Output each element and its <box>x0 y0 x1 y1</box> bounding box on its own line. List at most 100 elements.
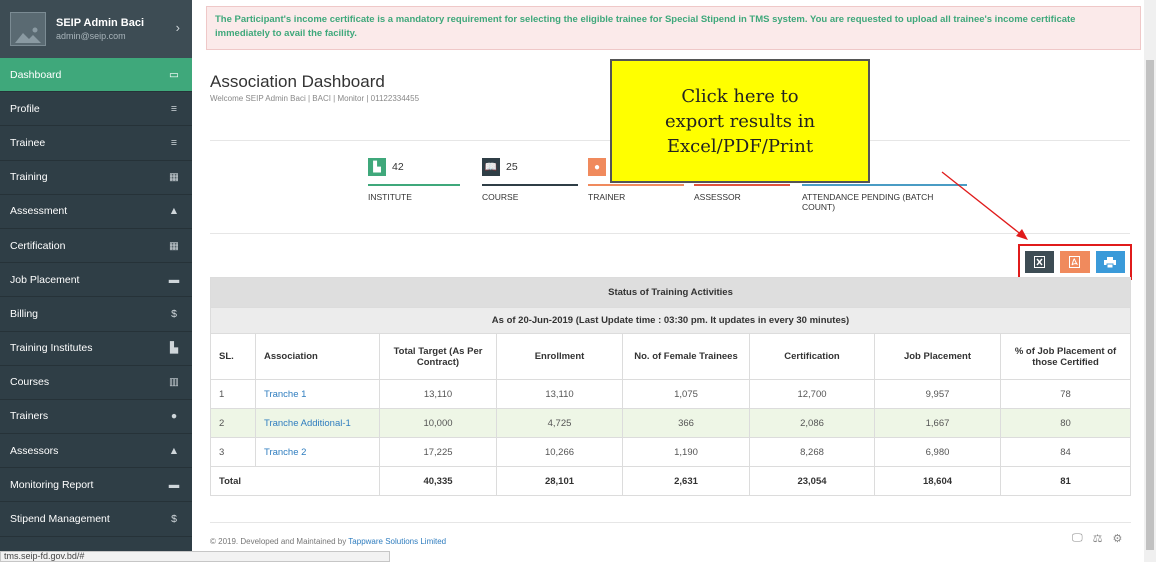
sidebar-item-trainers[interactable]: Trainers ● <box>0 400 192 435</box>
sidebar-item-label: Training <box>10 171 48 184</box>
balance-icon[interactable]: ⚖ <box>1093 532 1103 545</box>
footer: © 2019. Developed and Maintained by Tapp… <box>210 537 447 546</box>
sidebar-item-assessment[interactable]: Assessment ▲ <box>0 195 192 229</box>
monitor-icon[interactable]: 🖵 <box>1072 532 1083 545</box>
table-cell: 13,110 <box>496 379 623 409</box>
table-cell: 23,054 <box>749 466 875 496</box>
books-icon: ▥ <box>169 376 179 389</box>
sidebar-nav: Dashboard ▭ Profile ≡ Trainee ≡ Training ▦ Asses… <box>0 58 192 537</box>
list-icon: ≡ <box>170 102 178 115</box>
export-pdf-button[interactable] <box>1060 251 1090 273</box>
stat-label: ASSESSOR <box>694 192 741 202</box>
divider <box>210 522 1131 523</box>
export-callout: Click here to export results in Excel/PD… <box>610 59 870 183</box>
dollar-icon: $ <box>171 307 177 320</box>
sidebar-item-training[interactable]: Training ▦ <box>0 161 192 195</box>
sidebar-item-stipend-management[interactable]: Stipend Management $ <box>0 502 192 537</box>
table-cell: 40,335 <box>379 466 497 496</box>
sidebar-item-certification[interactable]: Certification ▦ <box>0 229 192 264</box>
association-link[interactable]: Tranche 1 <box>264 389 306 400</box>
sidebar-item-label: Assessors <box>10 444 59 457</box>
col-header: Association <box>255 333 380 380</box>
monitor-icon: ▭ <box>169 68 179 81</box>
col-header: Job Placement <box>874 333 1001 380</box>
col-header: % of Job Placement of those Certified <box>1000 333 1131 380</box>
stat-course[interactable]: 📖 25 COURSE <box>482 158 578 202</box>
user-icon: ● <box>588 158 606 176</box>
user-name: SEIP Admin Baci <box>56 17 145 29</box>
training-status-table: Status of Training Activities As of 20-J… <box>210 277 1131 496</box>
table-cell: Total <box>210 466 380 496</box>
table-subtitle: As of 20-Jun-2019 (Last Update time : 03… <box>210 307 1131 334</box>
dollar-icon: $ <box>171 513 177 526</box>
sidebar-item-label: Trainee <box>10 136 46 149</box>
print-button[interactable] <box>1095 251 1125 273</box>
table-cell: 13,110 <box>379 379 497 409</box>
table-total-row: Total 40,335 28,101 2,631 23,054 18,604 81 <box>210 466 1131 496</box>
building-icon: ▙ <box>368 158 386 176</box>
col-header: Certification <box>749 333 875 380</box>
table-cell: 2 <box>210 408 256 438</box>
table-cell: 8,268 <box>749 437 875 467</box>
table-cell: 17,225 <box>379 437 497 467</box>
stat-institute[interactable]: ▙ 42 INSTITUTE <box>368 158 460 202</box>
table-cell: 1 <box>210 379 256 409</box>
sidebar-item-courses[interactable]: Courses ▥ <box>0 366 192 400</box>
sidebar-item-profile[interactable]: Profile ≡ <box>0 92 192 127</box>
building-icon: ▙ <box>169 342 179 355</box>
user-panel[interactable]: SEIP Admin Baci admin@seip.com › <box>0 0 192 58</box>
table-cell: 10,266 <box>496 437 623 467</box>
table-cell: 81 <box>1000 466 1131 496</box>
gear-icon[interactable]: ⚙ <box>1112 532 1122 545</box>
table-row: 2 Tranche Additional-1 10,000 4,725 366 2,086… <box>210 408 1131 438</box>
print-icon <box>1104 256 1117 268</box>
table-cell: 9,957 <box>874 379 1001 409</box>
col-header: Enrollment <box>496 333 623 380</box>
sidebar-item-assessors[interactable]: Assessors ▲ <box>0 434 192 469</box>
pdf-icon <box>1069 256 1081 268</box>
user-tie-icon: ▲ <box>168 205 180 218</box>
footer-company-link[interactable]: Tappware Solutions Limited <box>348 537 446 546</box>
scrollbar[interactable] <box>1144 0 1156 562</box>
sidebar-item-label: Certification <box>10 239 66 252</box>
stat-value: 42 <box>392 161 404 173</box>
sidebar-item-label: Monitoring Report <box>10 478 94 491</box>
table-cell: 2,086 <box>749 408 875 438</box>
sidebar-item-label: Assessment <box>10 205 68 218</box>
calculator-icon: ▦ <box>169 239 179 252</box>
table-row: 3 Tranche 2 17,225 10,266 1,190 8,268 6,980 84 <box>210 437 1131 467</box>
association-link[interactable]: Tranche 2 <box>264 447 306 458</box>
table-cell: 3 <box>210 437 256 467</box>
table-cell: 78 <box>1000 379 1131 409</box>
sidebar-item-label: Billing <box>10 307 39 320</box>
user-tie-icon: ▲ <box>168 444 180 457</box>
sidebar-item-billing[interactable]: Billing $ <box>0 297 192 332</box>
sidebar-item-training-institutes[interactable]: Training Institutes ▙ <box>0 332 192 366</box>
stat-label: INSTITUTE <box>368 192 412 202</box>
sidebar-item-monitoring-report[interactable]: Monitoring Report ▬ <box>0 468 192 503</box>
table-cell: 4,725 <box>496 408 623 438</box>
page-subtitle: Welcome SEIP Admin Baci | BACI | Monitor… <box>210 94 420 103</box>
export-button-group <box>1018 244 1132 280</box>
footer-icons: 🖵 ⚖ ⚙ <box>1072 532 1122 545</box>
status-bar-url: tms.seip-fd.gov.bd/# <box>0 551 390 562</box>
table-cell: 80 <box>1000 408 1131 438</box>
list-icon: ≡ <box>170 136 178 149</box>
sidebar-item-dashboard[interactable]: Dashboard ▭ <box>0 58 192 93</box>
sidebar: SEIP Admin Baci admin@seip.com › Dashboa… <box>0 0 192 562</box>
chevron-right-icon[interactable]: › <box>176 20 180 35</box>
table-cell: 84 <box>1000 437 1131 467</box>
table-cell: 1,667 <box>874 408 1001 438</box>
table-cell: 2,631 <box>622 466 750 496</box>
sidebar-item-trainee[interactable]: Trainee ≡ <box>0 126 192 161</box>
table-cell: 12,700 <box>749 379 875 409</box>
sidebar-item-label: Profile <box>10 102 40 115</box>
table-title: Status of Training Activities <box>210 277 1131 308</box>
sidebar-item-job-placement[interactable]: Job Placement ▬ <box>0 263 192 298</box>
table-cell: 18,604 <box>874 466 1001 496</box>
table-cell: 366 <box>622 408 750 438</box>
calculator-icon: ▦ <box>169 171 179 184</box>
association-link[interactable]: Tranche Additional-1 <box>264 418 351 429</box>
export-excel-button[interactable] <box>1025 251 1055 273</box>
briefcase-icon: ▬ <box>168 273 180 286</box>
